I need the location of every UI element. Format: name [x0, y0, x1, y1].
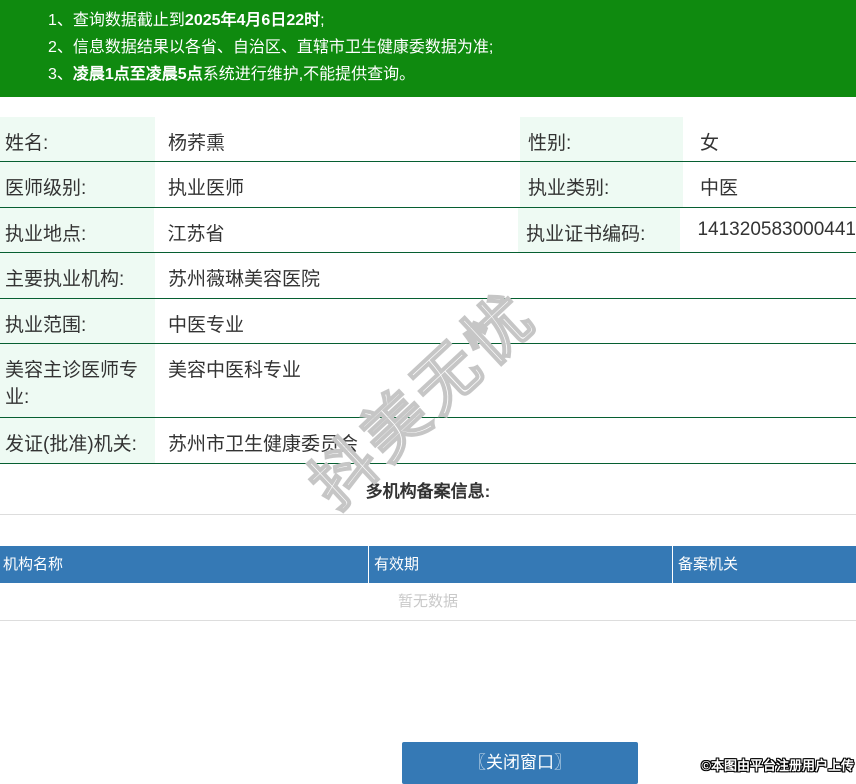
field-value-gender: 女 — [700, 133, 720, 154]
filing-section-title: 多机构备案信息: — [365, 482, 491, 501]
field-label-main-institution: 主要执业机构: — [0, 253, 155, 298]
field-value-issuing-authority: 苏州市卫生健康委员会 — [168, 434, 359, 455]
copyright-stamp: ©本图由平台注册用户上传 — [701, 758, 854, 773]
field-label-issuing-authority: 发证(批准)机关: — [0, 418, 155, 463]
close-window-button[interactable]: 〖关闭窗口〗 — [402, 742, 638, 784]
table-row: 发证(批准)机关: 苏州市卫生健康委员会 — [0, 418, 856, 464]
table-row: 主要执业机构: 苏州薇琳美容医院 — [0, 253, 856, 299]
notice-number: 2、 — [48, 39, 73, 56]
notice-number: 3、 — [48, 66, 73, 83]
field-value-certificate-number: 141320583000441 — [697, 219, 856, 240]
field-value-name: 杨荞熏 — [168, 133, 226, 154]
table-row: 执业地点: 江苏省 执业证书编码: 141320583000441 — [0, 208, 856, 253]
table-row: 姓名: 杨荞熏 性别: 女 — [0, 117, 856, 162]
field-value-doctor-level: 执业医师 — [168, 178, 245, 199]
column-header-institution-name: 机构名称 — [0, 546, 369, 583]
no-data-message: 暂无数据 — [0, 583, 856, 621]
field-label-practice-location: 执业地点: — [0, 208, 155, 252]
field-value-cosmetic-specialty: 美容中医科专业 — [168, 360, 302, 381]
practitioner-info-table: 姓名: 杨荞熏 性别: 女 医师级别: 执业医师 执业类别: 中医 执业地点: … — [0, 117, 856, 464]
column-header-filing-authority: 备案机关 — [678, 556, 739, 573]
divider — [0, 514, 856, 515]
column-header-validity-period: 有效期 — [369, 546, 673, 583]
field-value-main-institution: 苏州薇琳美容医院 — [168, 269, 321, 290]
field-label-gender: 性别: — [520, 117, 683, 161]
notice-line: 2、信息数据结果以各省、自治区、直辖市卫生健康委数据为准; — [48, 39, 494, 56]
field-value-practice-category: 中医 — [700, 178, 739, 199]
notice-line: 3、凌晨1点至凌晨5点系统进行维护,不能提供查询。 — [48, 66, 416, 83]
field-label-practice-scope: 执业范围: — [0, 299, 155, 343]
field-label-doctor-level: 医师级别: — [0, 162, 155, 207]
notice-line: 1、查询数据截止到2025年4月6日22时; — [48, 12, 325, 29]
field-label-cosmetic-specialty: 美容主诊医师专业: — [0, 344, 155, 417]
table-row: 美容主诊医师专业: 美容中医科专业 — [0, 344, 856, 418]
table-row: 执业范围: 中医专业 — [0, 299, 856, 344]
field-value-practice-location: 江苏省 — [167, 224, 225, 245]
field-label-certificate-number: 执业证书编码: — [518, 208, 681, 252]
field-label-practice-category: 执业类别: — [520, 162, 683, 207]
field-label-name: 姓名: — [0, 117, 155, 161]
filing-table-header: 机构名称 有效期 备案机关 — [0, 546, 856, 583]
table-row: 医师级别: 执业医师 执业类别: 中医 — [0, 162, 856, 208]
notice-banner: 1、查询数据截止到2025年4月6日22时; 2、信息数据结果以各省、自治区、直… — [0, 0, 856, 97]
field-value-practice-scope: 中医专业 — [168, 315, 245, 336]
notice-number: 1、 — [48, 12, 73, 29]
